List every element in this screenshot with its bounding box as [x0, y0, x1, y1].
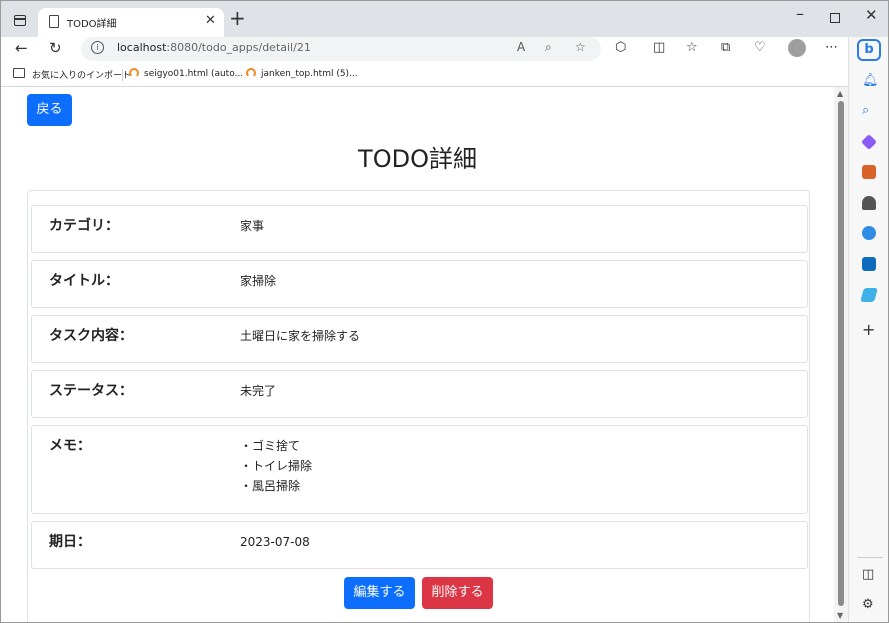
- field-label: メモ：: [49, 438, 91, 454]
- field-row-memo: メモ： ・ゴミ捨て ・トイレ掃除 ・風呂掃除: [31, 425, 808, 514]
- ring-icon: [129, 68, 139, 78]
- new-tab-button[interactable]: +: [229, 8, 246, 28]
- field-value: 家事: [240, 219, 265, 233]
- memo-line: ・ゴミ捨て: [240, 439, 301, 453]
- scroll-up-arrow-icon[interactable]: ▲: [837, 89, 843, 98]
- close-tab-icon[interactable]: ✕: [205, 13, 216, 28]
- tab-actions-button[interactable]: [9, 10, 31, 30]
- send-icon[interactable]: [860, 288, 878, 302]
- back-button[interactable]: 戻る: [27, 94, 72, 126]
- tag-icon[interactable]: [861, 134, 877, 150]
- browser-essentials-icon[interactable]: ♡: [754, 37, 766, 59]
- page-content: 戻る TODO詳細 カテゴリ： 家事 タイトル： 家掃除 タスク内容： 土曜日に…: [1, 88, 834, 622]
- scroll-down-arrow-icon[interactable]: ▼: [837, 611, 843, 620]
- field-row-category: カテゴリ： 家事: [31, 205, 808, 253]
- memo-line: ・トイレ掃除: [240, 459, 313, 473]
- office-icon[interactable]: [862, 226, 876, 240]
- field-label: ステータス：: [49, 383, 133, 399]
- page-title: TODO詳細: [358, 145, 477, 173]
- back-arrow-icon[interactable]: ←: [15, 37, 28, 59]
- zoom-icon[interactable]: ⌕: [545, 40, 552, 55]
- field-label: タスク内容：: [49, 328, 133, 344]
- bookmark-janken-label: janken_top.html (5)...: [261, 69, 358, 79]
- bookmark-janken[interactable]: janken_top.html (5)...: [246, 68, 358, 79]
- field-row-status: ステータス： 未完了: [31, 370, 808, 418]
- favorite-star-icon[interactable]: ☆: [575, 40, 586, 54]
- edge-sidebar: b 🔔︎ ⌕ + ◫ ⚙: [848, 37, 888, 622]
- games-icon[interactable]: [862, 196, 876, 210]
- field-label: カテゴリ：: [49, 218, 119, 234]
- divider: [857, 557, 883, 558]
- tab-todo-detail[interactable]: TODO詳細 ✕: [38, 8, 224, 37]
- field-row-title: タイトル： 家掃除: [31, 260, 808, 308]
- field-value: 未完了: [240, 384, 277, 398]
- collections-icon[interactable]: ⧉: [721, 37, 730, 59]
- page-icon: [49, 15, 59, 28]
- memo-list: ・ゴミ捨て ・トイレ掃除 ・風呂掃除: [240, 436, 312, 496]
- search-icon[interactable]: ⌕: [862, 103, 869, 118]
- info-icon[interactable]: i: [91, 41, 104, 54]
- outlook-icon[interactable]: [862, 257, 876, 271]
- field-label: 期日：: [49, 534, 91, 550]
- favorites-icon[interactable]: ☆: [686, 37, 698, 59]
- bookmark-seigyo-label: seigyo01.html (auto...: [144, 69, 244, 79]
- add-icon[interactable]: +: [862, 320, 875, 339]
- tab-title: TODO詳細: [67, 19, 117, 30]
- delete-button[interactable]: 削除する: [422, 577, 493, 609]
- toolbar: ← ↻ i localhost:8080/todo_apps/detail/21…: [1, 37, 888, 63]
- tab-bar: TODO詳細 ✕ + – ✕: [1, 1, 888, 37]
- ring-icon: [246, 68, 256, 78]
- memo-line: ・風呂掃除: [240, 479, 301, 493]
- edit-button[interactable]: 編集する: [344, 577, 415, 609]
- tools-icon[interactable]: [862, 165, 876, 179]
- url-text: localhost:8080/todo_apps/detail/21: [117, 41, 311, 54]
- divider: [122, 69, 123, 81]
- gear-icon[interactable]: ⚙: [862, 597, 874, 612]
- vertical-scrollbar[interactable]: ▲ ▼: [834, 87, 848, 622]
- url-path: :8080/todo_apps/detail/21: [166, 41, 311, 54]
- browser-window: TODO詳細 ✕ + – ✕ ← ↻ i localhost:8080/todo…: [0, 0, 889, 623]
- field-value: 2023-07-08: [240, 535, 310, 549]
- more-menu-icon[interactable]: ⋯: [825, 37, 838, 59]
- maximize-button[interactable]: [830, 13, 840, 23]
- scroll-thumb[interactable]: [838, 101, 844, 606]
- address-bar[interactable]: i localhost:8080/todo_apps/detail/21 A ⌕…: [81, 37, 601, 61]
- read-aloud-icon[interactable]: A: [517, 40, 525, 54]
- copilot-icon[interactable]: b: [857, 39, 881, 61]
- folder-icon: [13, 68, 25, 78]
- field-row-task-content: タスク内容： 土曜日に家を掃除する: [31, 315, 808, 363]
- minimize-button[interactable]: –: [796, 4, 804, 23]
- field-value: 家掃除: [240, 274, 277, 288]
- close-window-button[interactable]: ✕: [865, 6, 878, 24]
- bell-icon[interactable]: 🔔︎: [862, 73, 879, 88]
- refresh-icon[interactable]: ↻: [49, 37, 62, 59]
- url-host: localhost: [117, 41, 167, 54]
- bookmark-import[interactable]: お気に入りのインポート: [32, 68, 131, 81]
- detail-card: カテゴリ： 家事 タイトル： 家掃除 タスク内容： 土曜日に家を掃除する ステー…: [27, 190, 810, 622]
- sidebar-layout-icon[interactable]: ◫: [862, 567, 874, 582]
- field-value: 土曜日に家を掃除する: [240, 329, 361, 343]
- field-row-due-date: 期日： 2023-07-08: [31, 521, 808, 569]
- field-label: タイトル：: [49, 273, 119, 289]
- bookmarks-bar: お気に入りのインポート seigyo01.html (auto... janke…: [1, 63, 888, 87]
- profile-avatar[interactable]: [788, 39, 806, 57]
- split-screen-icon[interactable]: ◫: [653, 37, 665, 59]
- tab-actions-icon: [14, 15, 26, 26]
- bookmark-seigyo[interactable]: seigyo01.html (auto...: [129, 68, 243, 79]
- extensions-icon[interactable]: ⬡: [615, 37, 626, 59]
